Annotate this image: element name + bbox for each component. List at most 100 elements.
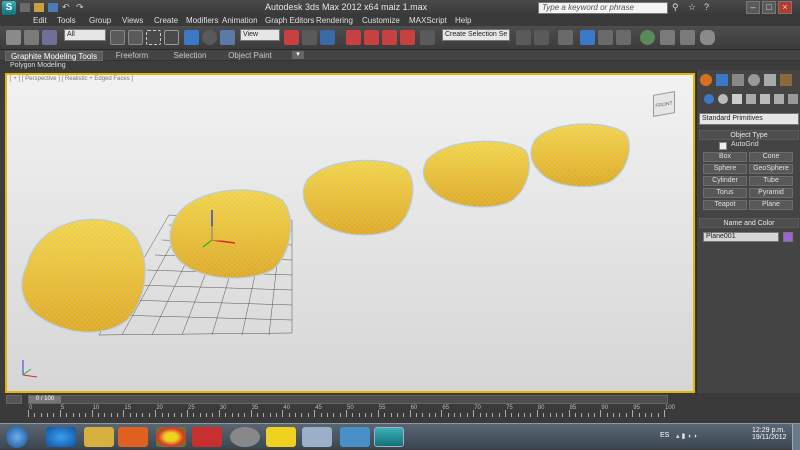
geometry-icon[interactable] bbox=[704, 94, 714, 104]
minimize-button[interactable]: – bbox=[746, 1, 760, 14]
media-player-icon[interactable] bbox=[118, 427, 148, 447]
time-slider[interactable]: 0 / 100 bbox=[28, 395, 668, 404]
open-file-icon[interactable] bbox=[34, 3, 44, 12]
graphite-toggle-icon[interactable] bbox=[580, 30, 595, 45]
steam-icon[interactable] bbox=[230, 427, 260, 447]
select-scale-icon[interactable] bbox=[220, 30, 235, 45]
ribbon-options-icon[interactable]: ▾ bbox=[292, 51, 304, 59]
internet-explorer-icon[interactable] bbox=[46, 427, 76, 447]
material-editor-icon[interactable] bbox=[640, 30, 655, 45]
cameras-icon[interactable] bbox=[746, 94, 756, 104]
maximize-button[interactable]: □ bbox=[762, 1, 776, 14]
object-type-header[interactable]: Object Type bbox=[699, 130, 799, 140]
name-and-color-header[interactable]: Name and Color bbox=[699, 218, 799, 228]
selection-filter-dropdown[interactable]: All bbox=[64, 29, 106, 41]
object-color-swatch[interactable] bbox=[783, 232, 793, 242]
search-input[interactable]: Type a keyword or phrase bbox=[538, 2, 668, 14]
track-bar[interactable]: 0 5 10 15 20 25 30 35 40 45 50 55 60 65 70 75 80 85 90 95 10… bbox=[28, 405, 675, 417]
menu-views[interactable]: Views bbox=[122, 16, 143, 26]
menu-rendering[interactable]: Rendering bbox=[316, 16, 353, 26]
percent-snap-icon[interactable] bbox=[382, 30, 397, 45]
menu-customize[interactable]: Customize bbox=[362, 16, 400, 26]
menu-maxscript[interactable]: MAXScript bbox=[409, 16, 447, 26]
torus-button[interactable]: Torus bbox=[703, 188, 747, 198]
helpers-icon[interactable] bbox=[760, 94, 770, 104]
select-move-icon[interactable] bbox=[184, 30, 199, 45]
perspective-viewport[interactable]: [ + ] [ Perspective ] [ Realistic + Edge… bbox=[5, 73, 695, 393]
pivot-center-icon[interactable] bbox=[284, 30, 299, 45]
3dsmax-logo-icon[interactable]: S bbox=[2, 1, 16, 15]
menu-animation[interactable]: Animation bbox=[222, 16, 258, 26]
clock[interactable]: 12:29 p.m. 19/11/2012 bbox=[752, 427, 787, 441]
show-desktop-button[interactable] bbox=[792, 424, 800, 450]
angle-snap-icon[interactable] bbox=[364, 30, 379, 45]
lights-icon[interactable] bbox=[732, 94, 742, 104]
menu-group[interactable]: Group bbox=[89, 16, 111, 26]
keyboard-shortcut-override-icon[interactable] bbox=[320, 30, 335, 45]
teapot-button[interactable]: Teapot bbox=[703, 200, 747, 210]
menu-edit[interactable]: Edit bbox=[33, 16, 47, 26]
menu-graph-editors[interactable]: Graph Editors bbox=[265, 16, 314, 26]
menu-modifiers[interactable]: Modifiers bbox=[186, 16, 218, 26]
control-panel-icon[interactable] bbox=[340, 427, 370, 447]
select-object-icon[interactable] bbox=[110, 30, 125, 45]
rectangular-selection-icon[interactable] bbox=[146, 30, 161, 45]
rendered-frame-window-icon[interactable] bbox=[680, 30, 695, 45]
save-file-icon[interactable] bbox=[48, 3, 58, 12]
modify-tab-icon[interactable] bbox=[716, 74, 728, 86]
chrome-icon[interactable] bbox=[156, 427, 186, 447]
window-app-icon[interactable] bbox=[302, 427, 332, 447]
systems-icon[interactable] bbox=[788, 94, 798, 104]
render-teapot-icon[interactable] bbox=[700, 30, 715, 45]
utilities-tab-icon[interactable] bbox=[780, 74, 792, 86]
render-setup-icon[interactable] bbox=[660, 30, 675, 45]
spacewarps-icon[interactable] bbox=[774, 94, 784, 104]
link-icon[interactable] bbox=[6, 30, 21, 45]
geosphere-button[interactable]: GeoSphere bbox=[749, 164, 793, 174]
menu-create[interactable]: Create bbox=[154, 16, 178, 26]
polygon-modeling-label[interactable]: Polygon Modeling bbox=[10, 61, 66, 70]
box-button[interactable]: Box bbox=[703, 152, 747, 162]
new-file-icon[interactable] bbox=[20, 3, 30, 12]
cylinder-button[interactable]: Cylinder bbox=[703, 176, 747, 186]
named-selection-dropdown[interactable]: Create Selection Se bbox=[442, 29, 510, 41]
binoculars-icon[interactable]: ⚲ bbox=[672, 2, 679, 13]
warning-app-icon[interactable] bbox=[266, 427, 296, 447]
align-icon[interactable] bbox=[534, 30, 549, 45]
language-indicator[interactable]: ES bbox=[660, 432, 669, 439]
object-name-input[interactable]: Plane001 bbox=[703, 232, 779, 242]
undo-icon[interactable]: ↶ bbox=[62, 3, 72, 12]
snaps-toggle-icon[interactable] bbox=[346, 30, 361, 45]
edit-named-selection-icon[interactable] bbox=[420, 30, 435, 45]
tab-freeform[interactable]: Freeform bbox=[112, 51, 152, 61]
primitive-category-dropdown[interactable]: Standard Primitives bbox=[699, 113, 799, 125]
plane-button[interactable]: Plane bbox=[749, 200, 793, 210]
spinner-snap-icon[interactable] bbox=[400, 30, 415, 45]
redo-icon[interactable]: ↷ bbox=[76, 3, 86, 12]
layer-manager-icon[interactable] bbox=[558, 30, 573, 45]
pdf-reader-icon[interactable] bbox=[192, 427, 222, 447]
cone-button[interactable]: Cone bbox=[749, 152, 793, 162]
reference-coordinate-dropdown[interactable]: View bbox=[240, 29, 280, 41]
curve-editor-icon[interactable] bbox=[598, 30, 613, 45]
pyramid-button[interactable]: Pyramid bbox=[749, 188, 793, 198]
3dsmax-taskbar-icon[interactable] bbox=[374, 427, 404, 447]
create-tab-icon[interactable] bbox=[700, 74, 712, 86]
viewcube-icon[interactable]: FRONT bbox=[653, 91, 675, 117]
motion-tab-icon[interactable] bbox=[748, 74, 760, 86]
system-tray-icons[interactable]: ▴ ▮ ◖ ◗ bbox=[676, 432, 716, 442]
display-tab-icon[interactable] bbox=[764, 74, 776, 86]
help-icon[interactable]: ? bbox=[704, 2, 709, 12]
tube-button[interactable]: Tube bbox=[749, 176, 793, 186]
menu-tools[interactable]: Tools bbox=[57, 16, 76, 26]
bind-spacewarp-icon[interactable] bbox=[42, 30, 57, 45]
close-button[interactable]: × bbox=[778, 1, 792, 14]
shapes-icon[interactable] bbox=[718, 94, 728, 104]
window-crossing-icon[interactable] bbox=[164, 30, 179, 45]
select-manipulate-icon[interactable] bbox=[302, 30, 317, 45]
mini-curve-editor-icon[interactable] bbox=[6, 395, 22, 404]
select-by-name-icon[interactable] bbox=[128, 30, 143, 45]
tab-object-paint[interactable]: Object Paint bbox=[228, 51, 272, 61]
select-rotate-icon[interactable] bbox=[202, 30, 217, 45]
menu-help[interactable]: Help bbox=[455, 16, 471, 26]
